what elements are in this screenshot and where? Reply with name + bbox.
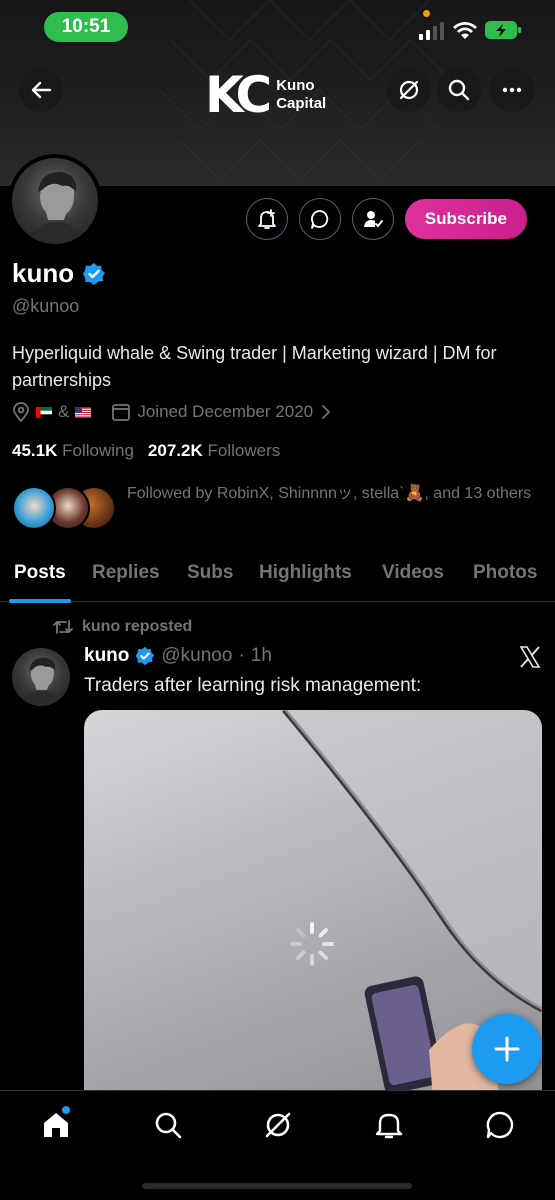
- tab-videos[interactable]: Videos: [382, 558, 444, 602]
- logo-text: Kuno Capital: [276, 77, 326, 113]
- profile-handle: @kunoo: [12, 296, 80, 316]
- more-button[interactable]: [490, 68, 534, 112]
- message-button[interactable]: [298, 198, 341, 240]
- following-stat[interactable]: 45.1K Following: [12, 441, 134, 461]
- following-label: Following: [62, 441, 134, 460]
- search-nav-icon[interactable]: [152, 1109, 184, 1141]
- location-separator: &: [58, 402, 70, 421]
- profile-tabs: Posts Replies Subs Highlights Videos Pho…: [0, 558, 555, 603]
- compose-button[interactable]: [472, 1014, 542, 1084]
- repost-indicator: kuno reposted: [52, 618, 192, 636]
- followers-count: 207.2K: [147, 441, 203, 460]
- followed-by-avatars[interactable]: [12, 486, 116, 530]
- verified-icon: [136, 646, 155, 666]
- bell-icon[interactable]: [373, 1109, 405, 1141]
- tab-photos[interactable]: Photos: [473, 558, 537, 602]
- tab-subs[interactable]: Subs: [187, 558, 233, 602]
- notification-add-icon: [257, 209, 276, 229]
- back-button[interactable]: [19, 68, 63, 112]
- display-name: kuno: [12, 258, 75, 288]
- avatar-illustration: [24, 657, 60, 706]
- us-flag-icon: [75, 406, 92, 418]
- wifi-icon: [453, 22, 477, 39]
- grok-button[interactable]: [387, 68, 431, 112]
- grok-icon: [399, 80, 419, 100]
- plus-icon: [494, 1036, 520, 1062]
- signal-icon: [419, 22, 444, 40]
- post-text: Traders after learning risk management:: [84, 675, 422, 696]
- logo-mark: KC: [205, 66, 272, 124]
- message-icon: [310, 210, 328, 229]
- follow-stats: 45.1K Following 207.2K Followers: [12, 441, 280, 461]
- status-bar: 10:51: [0, 0, 555, 54]
- avatar-illustration: [30, 172, 82, 244]
- status-time: 10:51: [44, 12, 128, 42]
- home-indicator: [142, 1183, 412, 1189]
- profile-meta: & Joined December 2020: [12, 402, 333, 422]
- followers-stat[interactable]: 207.2K Followers: [148, 441, 280, 461]
- chevron-right-icon[interactable]: [319, 404, 333, 420]
- joined-date: Joined December 2020: [137, 402, 314, 421]
- profile-avatar[interactable]: [8, 154, 102, 248]
- post-author-name[interactable]: kuno: [84, 645, 129, 667]
- battery-icon: [485, 21, 521, 39]
- profile-actions: Subscribe: [245, 198, 527, 240]
- repost-icon: [53, 620, 73, 634]
- messages-nav-icon[interactable]: [484, 1109, 516, 1141]
- following-count: 45.1K: [12, 441, 58, 460]
- tab-posts[interactable]: Posts: [9, 558, 71, 603]
- search-icon: [448, 79, 470, 101]
- location-icon: [13, 402, 29, 422]
- calendar-icon: [112, 404, 131, 421]
- repost-label: kuno reposted: [82, 618, 193, 635]
- follower-avatar-1: [12, 486, 56, 530]
- tab-replies[interactable]: Replies: [92, 558, 160, 602]
- subscribe-button[interactable]: Subscribe: [404, 199, 527, 239]
- back-arrow-icon: [31, 81, 52, 99]
- logo-line-2: Capital: [276, 95, 327, 112]
- more-icon: [502, 87, 522, 93]
- profile-name-row: kuno: [12, 258, 106, 289]
- notifications-toggle-button[interactable]: [245, 198, 288, 240]
- tab-highlights[interactable]: Highlights: [259, 558, 352, 602]
- post-author-handle: @kunoo: [161, 645, 233, 666]
- search-button[interactable]: [437, 68, 481, 112]
- followed-by-text[interactable]: Followed by RobinX, Shinnnnッ, stella`🧸, …: [127, 478, 547, 510]
- logo-line-1: Kuno: [276, 77, 315, 94]
- privacy-indicator: [423, 10, 430, 17]
- post-time: 1h: [250, 645, 272, 666]
- post-header: kuno @kunoo · 1h: [84, 645, 272, 667]
- home-icon[interactable]: [40, 1109, 72, 1141]
- post-author-avatar[interactable]: [12, 648, 70, 706]
- following-button[interactable]: [351, 198, 394, 240]
- verified-icon[interactable]: [82, 262, 106, 286]
- post-dot: ·: [238, 645, 245, 666]
- followers-label: Followers: [207, 441, 281, 460]
- follow-check-icon: [363, 211, 383, 227]
- uae-flag-icon: [36, 406, 52, 418]
- loading-icon: [290, 922, 334, 966]
- grok-nav-icon[interactable]: [262, 1109, 294, 1141]
- profile-bio: Hyperliquid whale & Swing trader | Marke…: [12, 343, 497, 390]
- x-logo-icon[interactable]: [518, 645, 542, 669]
- banner-logo: KC Kuno Capital: [205, 70, 326, 120]
- bottom-nav: [0, 1090, 555, 1200]
